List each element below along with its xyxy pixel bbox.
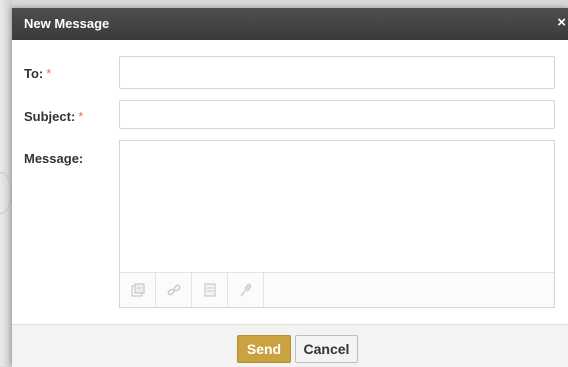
to-label-text: To: <box>24 66 44 81</box>
close-icon[interactable]: × <box>557 15 566 31</box>
dialog-titlebar: New Message × <box>12 8 568 40</box>
attach-file-icon <box>130 283 145 297</box>
insert-link-button[interactable] <box>156 273 192 307</box>
document-icon <box>203 283 216 297</box>
new-message-dialog: New Message × To:* Subject:* Message: <box>12 8 568 367</box>
attach-file-button[interactable] <box>120 273 156 307</box>
record-audio-button[interactable] <box>228 273 264 307</box>
insert-document-button[interactable] <box>192 273 228 307</box>
subject-field[interactable] <box>119 100 555 129</box>
required-mark: * <box>78 109 84 124</box>
message-label-text: Message: <box>24 151 84 166</box>
dialog-title: New Message <box>24 16 110 31</box>
dialog-footer: Send Cancel <box>12 324 568 367</box>
message-label: Message: <box>24 151 83 166</box>
message-editor <box>119 140 555 308</box>
microphone-icon <box>239 283 253 297</box>
send-button[interactable]: Send <box>237 335 291 363</box>
subject-label-text: Subject: <box>24 109 76 124</box>
to-input[interactable] <box>120 57 554 88</box>
subject-input[interactable] <box>120 101 554 128</box>
required-mark: * <box>46 66 52 81</box>
message-textarea[interactable] <box>120 141 554 274</box>
cancel-button[interactable]: Cancel <box>295 335 358 363</box>
to-field[interactable] <box>119 56 555 89</box>
to-label: To: * <box>24 66 51 81</box>
link-icon <box>167 283 181 297</box>
editor-toolbar <box>120 272 554 307</box>
subject-label: Subject: * <box>24 109 83 124</box>
